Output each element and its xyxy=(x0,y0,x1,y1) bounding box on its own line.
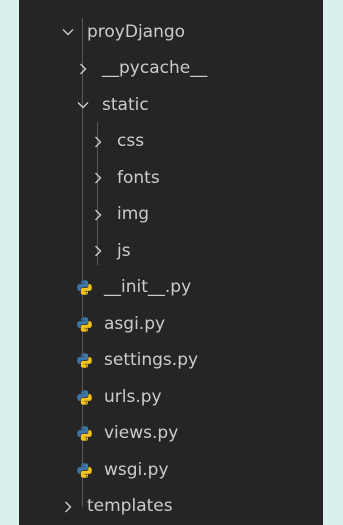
tree-item-label: img xyxy=(117,204,150,224)
chevron-right-icon xyxy=(91,208,105,222)
tree-item-label: asgi.py xyxy=(104,313,166,334)
folder-item[interactable]: proyDjango xyxy=(19,14,323,50)
tree-item-label: fonts xyxy=(117,167,160,188)
file-item[interactable]: settings.py xyxy=(19,343,323,379)
chevron-right-icon xyxy=(61,500,75,514)
chevron-down-icon xyxy=(61,25,75,39)
chevron-right-icon xyxy=(91,171,105,185)
file-item[interactable]: urls.py xyxy=(19,379,323,415)
tree-item-label: urls.py xyxy=(104,386,162,407)
tree-item-label: js xyxy=(117,240,131,261)
file-explorer-panel: proyDjango __pycache__static css fonts img js… xyxy=(19,0,323,525)
tree-item-label: __pycache__ xyxy=(102,58,208,78)
tree-item-label: views.py xyxy=(104,423,179,443)
chevron-right-icon xyxy=(91,244,105,258)
folder-item[interactable]: __pycache__ xyxy=(19,51,323,87)
chevron-down-icon xyxy=(76,98,90,112)
tree-item-label: proyDjango xyxy=(87,21,186,42)
python-file-icon xyxy=(76,279,93,296)
tree-item-label: static xyxy=(102,94,149,115)
python-file-icon xyxy=(76,425,93,442)
tree-item-label: css xyxy=(117,131,145,151)
file-item[interactable]: asgi.py xyxy=(19,306,323,342)
python-file-icon xyxy=(76,316,93,333)
python-file-icon xyxy=(76,462,93,479)
folder-item[interactable]: fonts xyxy=(19,160,323,196)
chevron-right-icon xyxy=(91,135,105,149)
folder-item[interactable]: js xyxy=(19,233,323,269)
folder-item[interactable]: templates xyxy=(19,489,323,525)
chevron-right-icon xyxy=(76,62,90,76)
folder-item[interactable]: static xyxy=(19,87,323,123)
file-item[interactable]: views.py xyxy=(19,416,323,452)
folder-item[interactable]: img xyxy=(19,197,323,233)
file-item[interactable]: wsgi.py xyxy=(19,452,323,488)
python-file-icon xyxy=(76,352,93,369)
tree-item-label: __init__.py xyxy=(104,277,192,297)
tree-item-label: wsgi.py xyxy=(104,459,169,480)
tree-item-label: settings.py xyxy=(104,350,199,370)
folder-item[interactable]: css xyxy=(19,124,323,160)
tree-item-label: templates xyxy=(87,496,173,516)
python-file-icon xyxy=(76,389,93,406)
file-item[interactable]: __init__.py xyxy=(19,270,323,306)
